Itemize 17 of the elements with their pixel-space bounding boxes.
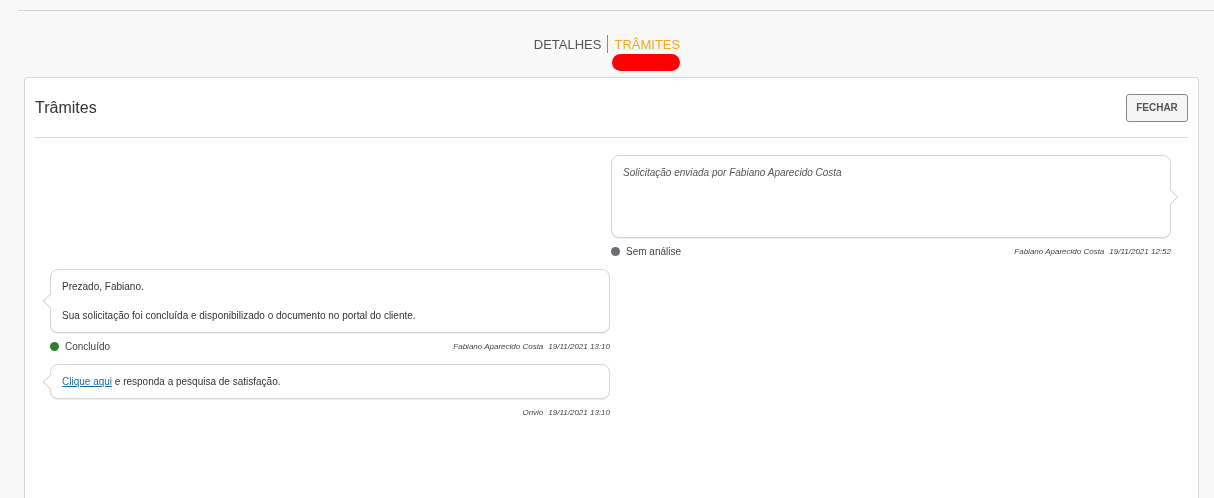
message-date: 19/11/2021 12:52 xyxy=(1109,246,1171,256)
message-date: 19/11/2021 13:10 xyxy=(548,407,610,417)
panel-title: Trâmites xyxy=(35,98,97,117)
message-text: Prezado, Fabiano. xyxy=(62,280,145,293)
message-author: Onvio xyxy=(522,407,544,417)
message-author: Fabiano Aparecido Costa xyxy=(1014,246,1105,256)
message-text: Sua solicitação foi concluída e disponibilizado o documento no portal do cliente. xyxy=(62,309,417,322)
survey-link[interactable]: Clique aqui xyxy=(62,376,113,387)
close-button[interactable]: FECHAR xyxy=(1126,93,1188,122)
message-date: 19/11/2021 13:10 xyxy=(548,341,610,351)
message-text: Clique aqui e responda a pesquisa de satisfação. xyxy=(62,375,282,388)
tab[interactable]: DETALHES xyxy=(527,37,608,52)
status-label: Concluído xyxy=(65,340,111,352)
message-text: Solicitação enviada por Fabiano Aparecido Costa xyxy=(623,166,843,179)
status-label: Sem análise xyxy=(626,245,682,257)
message-author: Fabiano Aparecido Costa xyxy=(453,341,544,351)
redaction-mark xyxy=(612,54,681,71)
